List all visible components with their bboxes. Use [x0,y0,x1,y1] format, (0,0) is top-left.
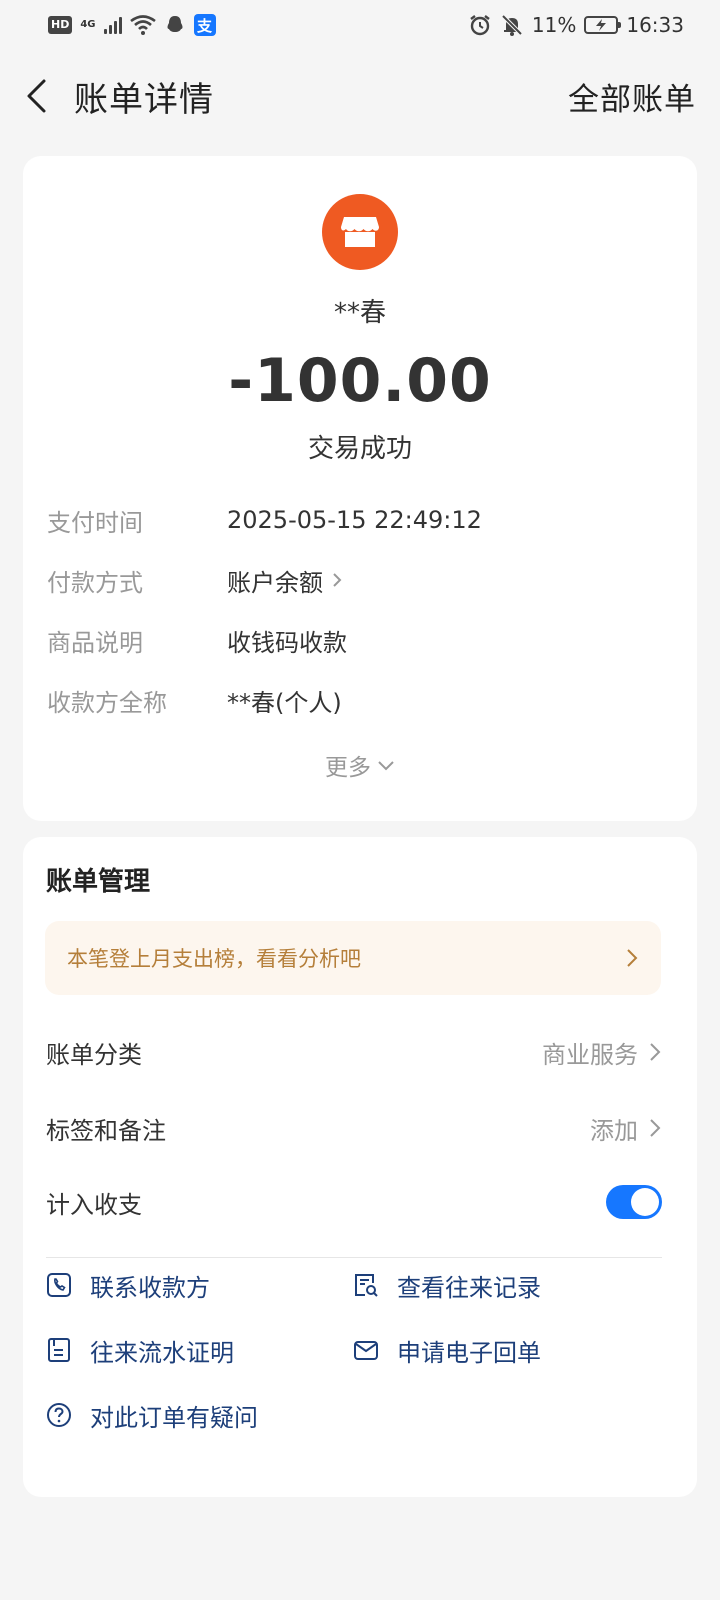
chevron-right-icon [650,1043,661,1061]
detail-value: 账户余额 [227,568,323,597]
manage-label: 账单分类 [46,1040,142,1069]
include-in-stats-toggle[interactable] [606,1185,662,1219]
detail-value-wrap: 账户余额 [227,563,343,598]
chevron-right-icon [627,949,638,967]
bill-category-row[interactable]: 账单分类 商业服务 [46,1027,662,1077]
battery-percent: 11% [531,13,577,37]
action-label: 查看往来记录 [397,1273,541,1302]
bill-detail-card: **春 -100.00 交易成功 支付时间 2025-05-15 22:49:1… [23,156,697,821]
manage-value: 添加 [590,1116,638,1145]
detail-row-pay-time: 支付时间 2025-05-15 22:49:12 [47,500,673,540]
detail-label: 收款方全称 [47,688,167,717]
alarm-icon [470,15,490,36]
signal-icon [103,16,122,34]
divider [46,1257,662,1258]
hd-badge: HD [48,16,73,34]
manage-value: 商业服务 [542,1040,638,1069]
detail-row-description: 商品说明 收钱码收款 [47,620,673,660]
mail-icon [354,1341,378,1360]
record-search-icon [355,1274,378,1297]
more-button[interactable]: 更多 [23,748,697,782]
status-right: 11% 16:33 [468,13,684,37]
trade-status: 交易成功 [307,434,412,464]
chevron-right-icon [650,1119,661,1137]
detail-label: 付款方式 [47,568,143,597]
manage-value-wrap: 添加 [590,1111,662,1146]
status-bar: HD 4G 支 11% 16:33 [0,0,720,50]
mute-bell-icon [501,14,523,36]
action-label: 联系收款方 [90,1273,210,1302]
back-icon[interactable] [24,76,52,116]
e-receipt-button[interactable]: 申请电子回单 [353,1330,541,1370]
qq-icon [167,16,183,32]
detail-label: 支付时间 [47,508,143,537]
header-left: 账单详情 [24,72,214,121]
header: 账单详情 全部账单 [0,60,720,132]
page-title: 账单详情 [74,79,214,120]
bill-manage-card: 账单管理 本笔登上月支出榜，看看分析吧 账单分类 商业服务 标签和备注 添加 计… [23,837,697,1497]
promo-banner[interactable]: 本笔登上月支出榜，看看分析吧 [45,921,661,995]
bill-amount: -100.00 [228,346,492,416]
manage-label: 标签和备注 [46,1116,166,1145]
view-records-button[interactable]: 查看往来记录 [353,1265,541,1305]
detail-row-pay-method[interactable]: 付款方式 账户余额 [47,560,673,600]
manage-value-wrap: 商业服务 [542,1035,662,1070]
promo-text: 本笔登上月支出榜，看看分析吧 [67,947,361,971]
battery-icon [584,16,622,34]
toggle-knob [631,1188,659,1216]
detail-row-payee: 收款方全称 **春(个人) [47,680,673,720]
phone-icon [47,1273,71,1297]
store-icon [341,217,379,247]
detail-value: 收钱码收款 [227,628,347,657]
action-label: 申请电子回单 [397,1338,541,1367]
detail-value: 2025-05-15 22:49:12 [227,506,482,534]
action-label: 对此订单有疑问 [90,1403,258,1432]
wifi-icon [129,15,156,35]
merchant-logo [322,194,398,270]
order-question-button[interactable]: 对此订单有疑问 [46,1395,258,1435]
detail-label: 商品说明 [47,628,143,657]
transaction-proof-button[interactable]: 往来流水证明 [46,1330,234,1370]
tags-notes-row[interactable]: 标签和备注 添加 [46,1103,662,1153]
section-title: 账单管理 [46,867,151,897]
document-icon [48,1338,70,1362]
merchant-name: **春 [333,298,386,328]
clock: 16:33 [626,13,684,37]
alipay-icon: 支 [193,14,216,36]
detail-value: **春(个人) [227,688,342,717]
more-label: 更多 [325,755,371,781]
include-in-stats-row: 计入收支 [46,1177,662,1227]
manage-label: 计入收支 [46,1190,142,1219]
question-icon [47,1403,71,1427]
network-type: 4G [80,19,96,30]
status-left: HD 4G 支 [48,14,216,36]
action-label: 往来流水证明 [90,1338,234,1367]
all-bills-button[interactable]: 全部账单 [568,74,696,119]
contact-payee-button[interactable]: 联系收款方 [46,1265,210,1305]
chevron-right-icon [331,571,343,589]
chevron-down-icon [378,761,394,771]
